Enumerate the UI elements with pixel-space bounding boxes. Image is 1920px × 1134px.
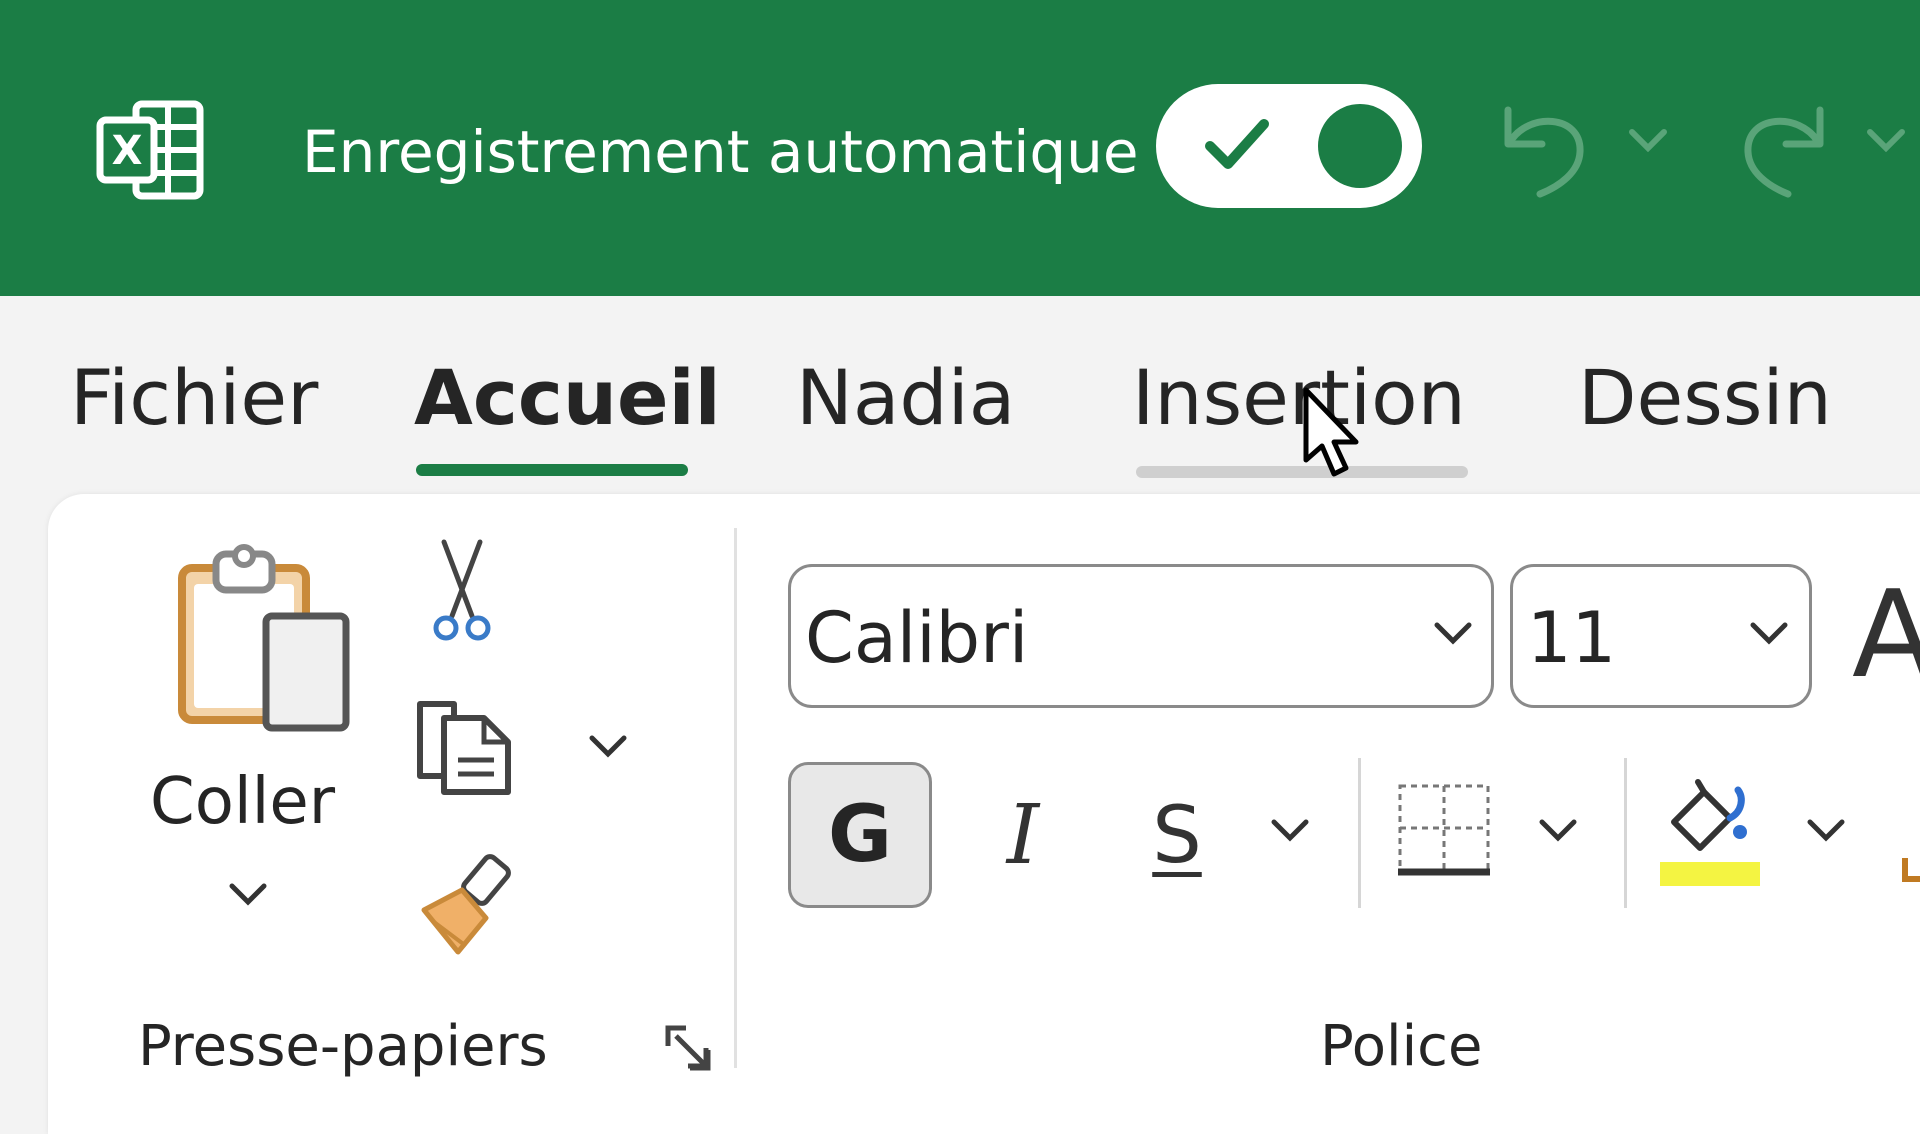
copy-icon[interactable] <box>414 698 518 798</box>
tab-accueil[interactable]: Accueil <box>414 350 721 446</box>
scissors-icon[interactable] <box>430 538 494 642</box>
toolbar-separator <box>1624 758 1627 908</box>
paste-dropdown-chevron-icon[interactable] <box>228 882 268 906</box>
autosave-label: Enregistrement automatique <box>302 118 1139 186</box>
chevron-down-icon <box>1750 622 1788 645</box>
fill-color-dropdown-chevron-icon[interactable] <box>1806 818 1846 844</box>
group-separator <box>734 528 737 1068</box>
font-group-label: Police <box>1320 1014 1483 1079</box>
borders-dropdown-chevron-icon[interactable] <box>1538 818 1578 844</box>
font-size-value: 11 <box>1527 597 1617 679</box>
redo-dropdown-chevron-icon[interactable] <box>1866 128 1906 152</box>
redo-icon[interactable] <box>1734 96 1834 200</box>
tab-fichier[interactable]: Fichier <box>70 350 318 446</box>
tab-nadia[interactable]: Nadia <box>796 350 1015 446</box>
paste-button[interactable]: Coller <box>150 762 335 842</box>
excel-logo-icon: X <box>96 100 204 200</box>
toggle-knob <box>1318 104 1402 188</box>
title-bar: X Enregistrement automatique <box>0 0 1920 296</box>
bold-button[interactable]: G <box>788 762 932 908</box>
tab-dessin[interactable]: Dessin <box>1578 350 1832 446</box>
fill-color-swatch <box>1660 862 1760 886</box>
font-color-icon[interactable] <box>1902 858 1920 882</box>
chevron-down-icon <box>1434 622 1472 645</box>
undo-dropdown-chevron-icon[interactable] <box>1628 128 1668 152</box>
fill-color-icon[interactable] <box>1660 776 1760 860</box>
autosave-toggle[interactable] <box>1156 84 1422 208</box>
grow-font-button[interactable]: A <box>1852 566 1920 706</box>
underline-dropdown-chevron-icon[interactable] <box>1270 818 1310 844</box>
ribbon-tabs: Fichier Accueil Nadia Insertion Dessin <box>0 296 1920 490</box>
borders-icon[interactable] <box>1396 782 1492 878</box>
check-icon <box>1205 119 1269 169</box>
underline-button[interactable]: S <box>1132 766 1222 906</box>
tab-insertion[interactable]: Insertion <box>1132 350 1466 446</box>
clipboard-group-label: Presse-papiers <box>138 1014 548 1079</box>
dialog-launcher-icon[interactable] <box>662 1022 714 1074</box>
font-size-select[interactable]: 11 <box>1510 564 1812 708</box>
active-tab-indicator <box>416 464 688 476</box>
mouse-pointer-icon <box>1303 387 1359 477</box>
clipboard-icon[interactable] <box>176 540 356 736</box>
font-family-value: Calibri <box>805 597 1029 679</box>
font-family-select[interactable]: Calibri <box>788 564 1494 708</box>
format-painter-icon[interactable] <box>414 852 524 956</box>
copy-dropdown-chevron-icon[interactable] <box>588 734 628 758</box>
italic-button[interactable]: I <box>978 766 1068 906</box>
logo-letter: X <box>112 128 143 174</box>
undo-icon[interactable] <box>1494 96 1594 200</box>
toolbar-separator <box>1358 758 1361 908</box>
